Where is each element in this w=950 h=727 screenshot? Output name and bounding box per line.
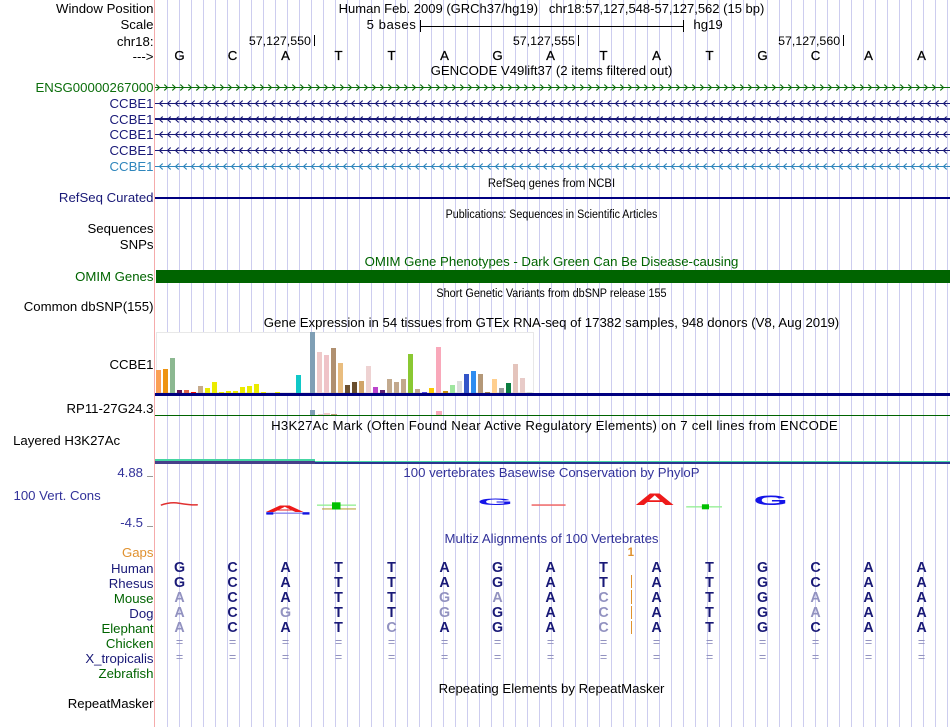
svg-text:G: G: [478, 497, 513, 507]
svg-text:G: G: [754, 492, 788, 508]
svg-text:A: A: [635, 490, 676, 508]
